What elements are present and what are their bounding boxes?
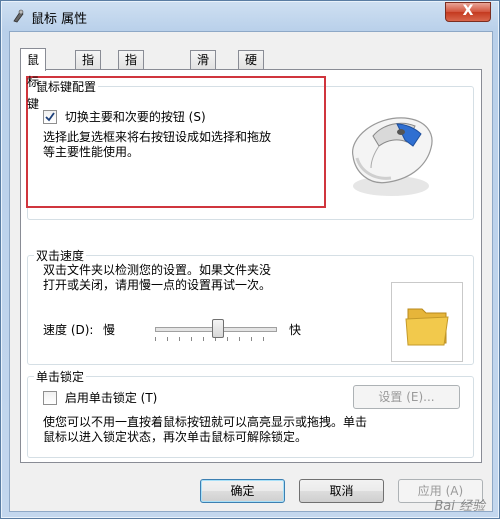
slider-thumb[interactable] xyxy=(212,319,225,338)
cancel-button[interactable]: 取消 xyxy=(299,479,384,503)
description-line: 打开或关闭，请用慢一点的设置再试一次。 xyxy=(43,278,272,292)
description-line: 双击文件夹以检测您的设置。如果文件夹没 xyxy=(43,263,272,277)
close-button[interactable]: X xyxy=(445,2,491,22)
tab-wheel[interactable]: 滑轮 xyxy=(190,50,217,86)
tab-panel: 鼠标键配置 切换主要和次要的按钮 (S) 选择此复选框来将右按钮设成如选择和拖放… xyxy=(20,69,482,463)
ok-button[interactable]: 确定 xyxy=(200,479,285,503)
window-title: 鼠标 属性 xyxy=(31,12,88,27)
click-lock-checkbox-label: 启用单击锁定 (T) xyxy=(64,391,158,405)
description-line: 使您可以不用一直按着鼠标按钮就可以高亮显示或拖拽。单击 xyxy=(43,415,368,429)
double-click-speed-slider[interactable] xyxy=(155,316,277,342)
speed-label: 速度 (D): xyxy=(43,323,94,337)
tab-hardware[interactable]: 硬件 xyxy=(238,50,265,86)
switch-buttons-row[interactable]: 切换主要和次要的按钮 (S) xyxy=(43,108,206,125)
tab-pointer-options[interactable]: 指针选项 xyxy=(118,50,145,124)
mouse-properties-window: 鼠标 属性 X 鼠标键 指针 指针选项 滑轮 硬件 鼠标键配置 切换主要和次要的… xyxy=(0,0,500,519)
dialog-body: 鼠标键 指针 指针选项 滑轮 硬件 鼠标键配置 切换主要和次要的按钮 (S) 选… xyxy=(9,31,493,512)
fast-label: 快 xyxy=(289,323,302,337)
watermark: Bai 经验 xyxy=(434,499,485,514)
click-lock-row[interactable]: 启用单击锁定 (T) xyxy=(43,389,157,406)
click-lock-label: 单击锁定 xyxy=(34,368,87,385)
button-config-description: 选择此复选框来将右按钮设成如选择和拖放 等主要性能使用。 xyxy=(43,130,333,160)
click-lock-checkbox[interactable] xyxy=(43,390,57,405)
click-lock-description: 使您可以不用一直按着鼠标按钮就可以高亮显示或拖拽。单击 鼠标以进入锁定状态，再次… xyxy=(43,415,463,445)
description-line: 选择此复选框来将右按钮设成如选择和拖放 xyxy=(43,130,272,144)
mouse-illustration xyxy=(335,98,445,208)
description-line: 等主要性能使用。 xyxy=(43,145,140,159)
switch-buttons-label: 切换主要和次要的按钮 (S) xyxy=(64,110,206,124)
switch-buttons-checkbox[interactable] xyxy=(43,109,57,124)
slow-label: 慢 xyxy=(103,323,116,337)
test-folder-area[interactable] xyxy=(391,282,463,362)
title-bar[interactable]: 鼠标 属性 X xyxy=(1,1,499,31)
click-lock-settings-button[interactable]: 设置 (E)... xyxy=(353,385,460,409)
mouse-app-icon xyxy=(11,9,25,23)
tab-mouse-buttons[interactable]: 鼠标键 xyxy=(20,48,47,111)
tab-pointers[interactable]: 指针 xyxy=(75,50,102,86)
double-click-description: 双击文件夹以检测您的设置。如果文件夹没 打开或关闭，请用慢一点的设置再试一次。 xyxy=(43,263,353,293)
description-line: 鼠标以进入锁定状态，再次单击鼠标可解除锁定。 xyxy=(43,430,308,444)
double-click-label: 双击速度 xyxy=(34,247,87,264)
